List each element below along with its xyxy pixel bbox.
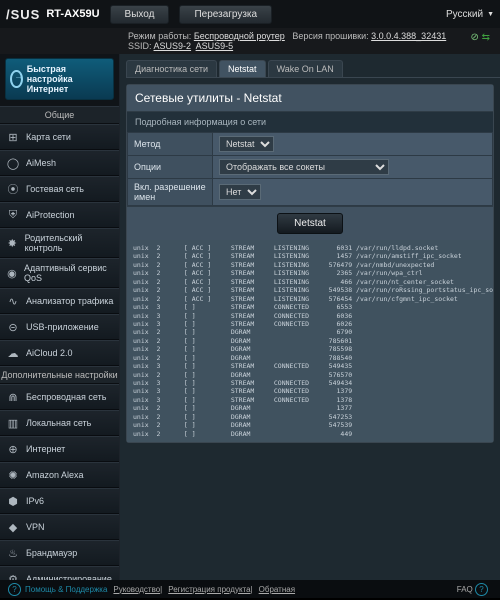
nav-icon: ⬢	[5, 493, 21, 509]
main-content: Диагностика сетиNetstatWake On LAN Сетев…	[120, 54, 500, 580]
sidebar-item[interactable]: ✸ Родительский контроль	[0, 228, 119, 258]
netstat-panel: Сетевые утилиты - Netstat Подробная инфо…	[126, 84, 494, 443]
model-label: RT-AX59U	[46, 8, 99, 20]
method-select[interactable]: Netstat	[219, 136, 274, 152]
sidebar-item[interactable]: ∿ Анализатор трафика	[0, 288, 119, 314]
options-table: Метод Netstat Опции Отображать все сокет…	[127, 132, 493, 206]
nav-icon: ☁	[5, 345, 21, 361]
help-icon[interactable]: ?	[8, 583, 21, 596]
nav-icon: ⊝	[5, 319, 21, 335]
nav-label: Адаптивный сервис QoS	[24, 263, 114, 283]
nav-label: Администри­рование	[26, 574, 112, 580]
mode-link[interactable]: Беспроводной роутер	[194, 31, 285, 41]
footer-link-register[interactable]: Регистрация продукта	[168, 585, 250, 594]
firmware-link[interactable]: 3.0.0.4.388_32431	[371, 31, 446, 41]
sidebar-item[interactable]: ⛨ AiProtection	[0, 202, 119, 228]
method-label: Метод	[128, 133, 213, 156]
nav-icon: ♨	[5, 545, 21, 561]
sidebar-item[interactable]: ◉ Адаптивный сервис QoS	[0, 258, 119, 288]
option-label: Опции	[128, 156, 213, 179]
sidebar-item[interactable]: ☁ AiCloud 2.0	[0, 340, 119, 366]
panel-subtitle: Подробная информация о сети	[127, 112, 493, 132]
nav-label: Интернет	[26, 444, 65, 454]
sidebar-item[interactable]: ◯ AiMesh	[0, 150, 119, 176]
nav-label: Анализатор трафика	[26, 296, 113, 306]
nav-label: Гостевая сеть	[26, 184, 84, 194]
sidebar-item[interactable]: ⊕ Интернет	[0, 436, 119, 462]
nav-label: Локальная сеть	[26, 418, 91, 428]
sidebar-item[interactable]: ⊞ Карта сети	[0, 124, 119, 150]
nav-label: AiMesh	[26, 158, 56, 168]
group-general: Общие	[0, 106, 119, 124]
nav-icon: ✺	[5, 467, 21, 483]
sidebar-item[interactable]: ⊝ USB-приложение	[0, 314, 119, 340]
group-advanced: Дополнительные настройки	[0, 366, 119, 384]
nav-icon: ∿	[5, 293, 21, 309]
nav-icon: ◯	[5, 155, 21, 171]
sidebar-item[interactable]: ⬢ IPv6	[0, 488, 119, 514]
reboot-button[interactable]: Перезагрузка	[179, 5, 272, 24]
netstat-button[interactable]: Netstat	[277, 213, 343, 234]
dns-select[interactable]: Нет	[219, 184, 261, 200]
faq-icon: ?	[475, 583, 488, 596]
status-icons: ⊘ ⇆	[470, 32, 490, 43]
help-label[interactable]: Помощь & Поддержка	[25, 585, 107, 594]
nav-label: AiProtection	[26, 210, 75, 220]
nav-label: Amazon Alexa	[26, 470, 84, 480]
nav-icon: ⊕	[5, 441, 21, 457]
brand-logo: /SUS	[6, 8, 40, 21]
tab[interactable]: Диагностика сети	[126, 60, 217, 77]
nav-label: Родительский контроль	[25, 233, 114, 253]
nav-label: USB-приложение	[26, 322, 99, 332]
quick-setup-label: Быстрая настройка Интернет	[27, 64, 109, 94]
nav-icon: ⚙	[5, 571, 21, 580]
sidebar-item[interactable]: ♨ Брандмауэр	[0, 540, 119, 566]
faq-link[interactable]: FAQ ?	[457, 583, 492, 596]
language-label: Русский	[446, 9, 483, 20]
footer: ? Помощь & Поддержка Руководство | Регис…	[0, 580, 500, 598]
dns-label: Вкл. разрешение имен	[128, 179, 213, 206]
quick-setup-button[interactable]: Быстрая настройка Интернет	[5, 58, 114, 100]
nav-icon: ⦿	[5, 181, 21, 197]
sidebar-item[interactable]: ◆ VPN	[0, 514, 119, 540]
nav-label: VPN	[26, 522, 45, 532]
logout-button[interactable]: Выход	[110, 5, 170, 24]
language-selector[interactable]: Русский ▼	[446, 9, 494, 20]
tab[interactable]: Wake On LAN	[268, 60, 343, 77]
tab[interactable]: Netstat	[219, 60, 266, 77]
panel-title: Сетевые утилиты - Netstat	[127, 85, 493, 112]
nav-icon: ◉	[5, 265, 19, 281]
sidebar-item[interactable]: ⦿ Гостевая сеть	[0, 176, 119, 202]
ssid-2[interactable]: ASUS9-5	[196, 41, 234, 51]
footer-link-manual[interactable]: Руководство	[113, 585, 160, 594]
netstat-output: unix 2 [ ACC ] STREAM LISTENING 6031 /va…	[127, 240, 493, 442]
sidebar-item[interactable]: ✺ Amazon Alexa	[0, 462, 119, 488]
nav-label: Беспроводная сеть	[26, 392, 106, 402]
sidebar-item[interactable]: ⚙ Администри­рование	[0, 566, 119, 580]
sidebar-item[interactable]: ▥ Локальная сеть	[0, 410, 119, 436]
header-bar: /SUS RT-AX59U Выход Перезагрузка Русский…	[0, 0, 500, 28]
nav-label: Карта сети	[26, 132, 71, 142]
nav-icon: ⊞	[5, 129, 21, 145]
nav-icon: ⋒	[5, 389, 21, 405]
nav-icon: ▥	[5, 415, 21, 431]
nav-label: Брандмауэр	[26, 548, 77, 558]
nav-label: IPv6	[26, 496, 44, 506]
nav-icon: ◆	[5, 519, 21, 535]
footer-link-feedback[interactable]: Обратная	[259, 585, 295, 594]
chevron-down-icon: ▼	[487, 11, 494, 18]
info-bar: Режим работы: Беспроводной роутер Версия…	[0, 28, 500, 54]
quick-setup-icon	[10, 70, 23, 88]
sidebar: Быстрая настройка Интернет Общие ⊞ Карта …	[0, 54, 120, 580]
tab-bar: Диагностика сетиNetstatWake On LAN	[126, 60, 500, 78]
sidebar-item[interactable]: ⋒ Беспроводная сеть	[0, 384, 119, 410]
nav-icon: ⛨	[5, 207, 21, 223]
ssid-1[interactable]: ASUS9-2	[154, 41, 192, 51]
option-select[interactable]: Отображать все сокеты	[219, 159, 389, 175]
nav-label: AiCloud 2.0	[26, 348, 73, 358]
nav-icon: ✸	[5, 235, 20, 251]
